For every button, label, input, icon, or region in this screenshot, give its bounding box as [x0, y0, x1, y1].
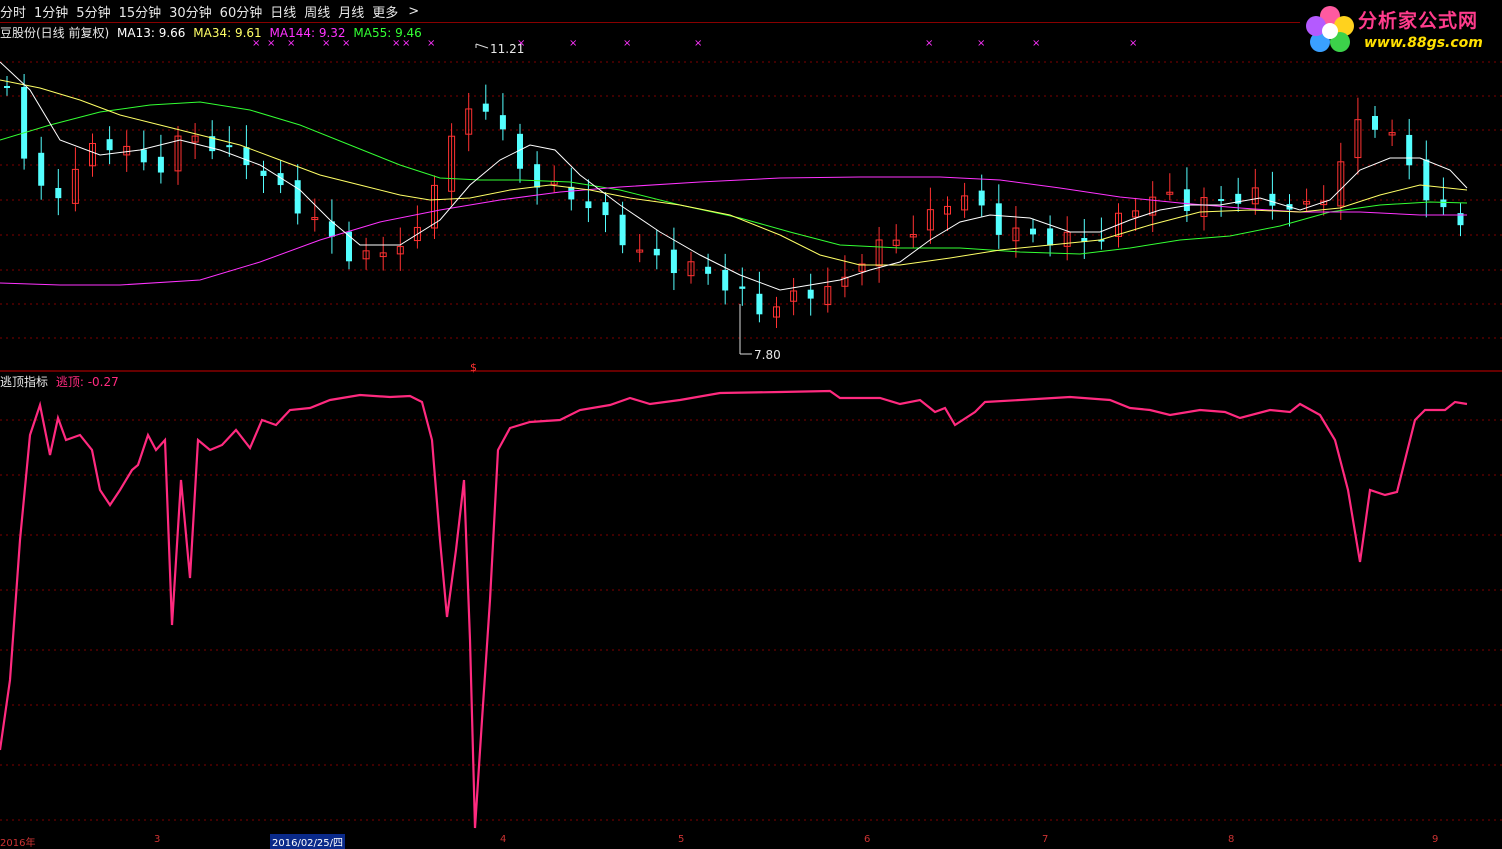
logo-text: 分析家公式网: [1358, 10, 1479, 32]
candle-body-down: [1047, 228, 1054, 246]
flower-logo-icon: [1306, 6, 1354, 52]
signal-marker-icon: ×: [1129, 38, 1137, 49]
candle-body-down: [157, 156, 164, 173]
candle-body-down: [1406, 134, 1413, 166]
high-price-label: 11.21: [490, 42, 524, 56]
axis-label-5: 5: [678, 834, 685, 845]
candle-body-down: [243, 147, 250, 166]
signal-marker-icon: ×: [925, 38, 933, 49]
candle-body-down: [705, 266, 712, 274]
indicator-grid: [0, 419, 1502, 821]
candle-body-down: [1218, 199, 1225, 202]
ma55-label: MA55: 9.46: [353, 26, 422, 40]
period-toolbar: 分时 1分钟 5分钟 15分钟 30分钟 60分钟 日线 周线 月线 更多 >: [0, 0, 1502, 23]
candle-body-down: [995, 203, 1002, 235]
candle-body-down: [55, 187, 62, 199]
candle-body-down: [4, 86, 10, 88]
signal-marker-icon: ×: [977, 38, 985, 49]
candle-body-down: [585, 201, 592, 209]
ma144-line: [0, 176, 1467, 286]
candle-body-down: [21, 87, 28, 159]
candle-body-down: [978, 190, 985, 206]
tab-monthly[interactable]: 月线: [334, 2, 368, 21]
candle-body-down: [756, 293, 763, 315]
candle-body-down: [294, 180, 301, 214]
tab-more[interactable]: 更多: [368, 2, 402, 21]
signal-marker-icon: ×: [694, 38, 702, 49]
tab-15min[interactable]: 15分钟: [115, 2, 166, 21]
candle-body-down: [1269, 193, 1276, 206]
ma55-line: [0, 101, 1468, 255]
tab-5min[interactable]: 5分钟: [72, 2, 114, 21]
candle-body-down: [38, 152, 45, 186]
ma-legend: 豆股份(日线 前复权) MA13: 9.66 MA34: 9.61 MA144:…: [0, 24, 426, 41]
candle-body-down: [499, 115, 506, 130]
ma144-label: MA144: 9.32: [269, 26, 346, 40]
tab-daily[interactable]: 日线: [266, 2, 300, 21]
signal-marker-icon: ×: [427, 38, 435, 49]
ma34-line: [0, 79, 1468, 266]
candle-body-down: [106, 139, 113, 151]
candle-body-down: [1423, 159, 1430, 201]
ma13-label: MA13: 9.66: [117, 26, 186, 40]
tab-60min[interactable]: 60分钟: [216, 2, 267, 21]
chart-canvas: × × × × × × × × × × × × × × × × 11.21 7.80 $: [0, 38, 1502, 829]
axis-label-7: 7: [1042, 834, 1049, 845]
axis-label-cursor-date: 2016/02/25/四: [270, 834, 346, 849]
chart-title: 豆股份(日线 前复权): [0, 26, 110, 40]
candle-body-down: [140, 149, 147, 163]
candle-body-down: [226, 145, 233, 148]
candle-body-down: [568, 186, 575, 200]
axis-label-6: 6: [864, 834, 871, 845]
axis-label-9: 9: [1432, 834, 1439, 845]
signal-marker-icon: ×: [569, 38, 577, 49]
axis-label-3: 3: [154, 834, 161, 845]
candle-body-down: [1372, 116, 1378, 130]
axis-label-8: 8: [1228, 834, 1235, 845]
candle-body-down: [1030, 228, 1036, 235]
candle-body-down: [653, 248, 660, 256]
candle-body-down: [722, 269, 729, 291]
ma34-label: MA34: 9.61: [193, 26, 262, 40]
candle-body-down: [1440, 199, 1447, 208]
site-logo: 分析家公式网 www.88gs.com: [1300, 0, 1502, 58]
indicator-series-label: 逃顶: -0.27: [55, 375, 119, 389]
low-price-label: 7.80: [754, 348, 781, 362]
indicator-line[interactable]: [0, 389, 1468, 829]
signal-marker-icon: ×: [623, 38, 631, 49]
tab-weekly[interactable]: 周线: [300, 2, 334, 21]
indicator-name: 逃顶指标: [0, 375, 49, 389]
candle-body-down: [1183, 189, 1190, 211]
date-axis: 2016年 3 2016/02/25/四 4 5 6 7 8 9: [0, 834, 1502, 849]
price-grid: [0, 61, 1502, 339]
candle-body-down: [482, 103, 489, 112]
signal-marker-icon: ×: [1032, 38, 1040, 49]
logo-url: www.88gs.com: [1364, 35, 1483, 51]
candle-body-down: [260, 170, 267, 176]
candle-body-down: [670, 249, 677, 274]
tab-intraday[interactable]: 分时: [0, 2, 30, 21]
candle-body-down: [619, 214, 626, 246]
candle-body-down: [602, 202, 609, 216]
price-labels: 11.21 7.80: [475, 42, 781, 362]
tab-30min[interactable]: 30分钟: [165, 2, 216, 21]
axis-label-year: 2016年: [0, 838, 36, 849]
candle-body-down: [739, 286, 746, 289]
signal-symbol: $: [470, 361, 477, 374]
tab-1min[interactable]: 1分钟: [30, 2, 72, 21]
axis-label-4: 4: [500, 834, 507, 845]
indicator-legend: 逃顶指标 逃顶: -0.27: [0, 373, 119, 390]
candle-body-down: [534, 164, 541, 188]
candle-body-down: [807, 289, 814, 299]
more-arrow-icon[interactable]: >: [402, 4, 423, 19]
